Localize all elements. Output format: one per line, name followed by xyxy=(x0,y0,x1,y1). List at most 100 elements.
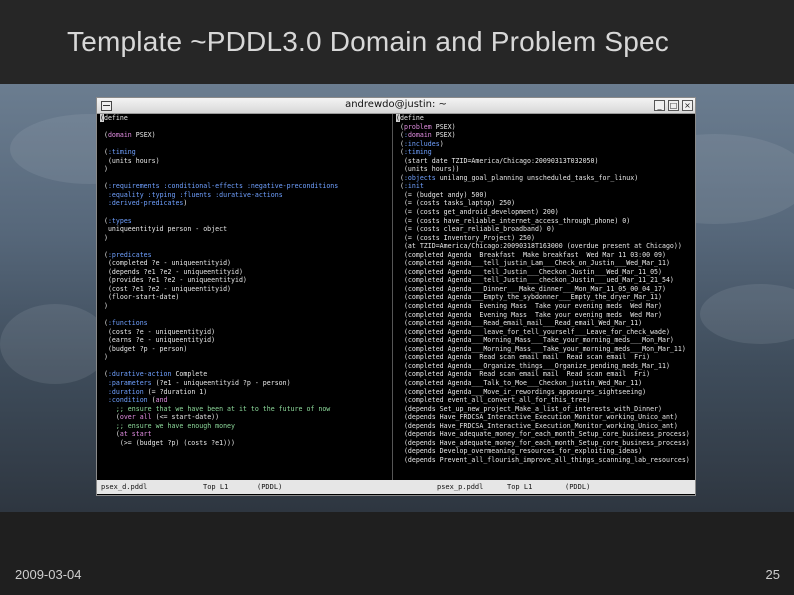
problem-code-line[interactable]: (= (budget andy) 500) xyxy=(396,191,692,200)
domain-code-line[interactable]: (:functions xyxy=(100,319,389,328)
problem-code-line[interactable]: (= (costs have_reliable_internet_access_… xyxy=(396,217,692,226)
problem-code-line[interactable]: (depends Set_up_new_project_Make_a_list_… xyxy=(396,405,692,414)
problem-code-line[interactable]: (completed Agenda Read scan email mail R… xyxy=(396,353,692,362)
problem-editor-pane[interactable]: (define (problem PSEX) (:domain PSEX) (:… xyxy=(396,114,692,480)
left-mode: (PDDL) xyxy=(257,483,283,491)
domain-code-line[interactable]: (define xyxy=(100,114,389,123)
domain-code-line[interactable]: (budget ?p - person) xyxy=(100,345,389,354)
problem-code-line[interactable]: (completed Agenda___Read_email_mail___Re… xyxy=(396,319,692,328)
problem-code-line[interactable]: (completed Agenda___Talk_to_Moe___Checko… xyxy=(396,379,692,388)
problem-code-line[interactable]: (:timing xyxy=(396,148,692,157)
problem-code-line[interactable]: (completed Agenda___Morning_Mass___Take_… xyxy=(396,336,692,345)
maximize-button[interactable]: □ xyxy=(668,100,679,111)
problem-code-line[interactable]: (:init xyxy=(396,182,692,191)
problem-code-line[interactable]: (units hours)) xyxy=(396,165,692,174)
domain-code-line[interactable]: (:durative-action Complete xyxy=(100,370,389,379)
domain-code-line[interactable]: (completed ?e - uniqueentityid) xyxy=(100,259,389,268)
pane-divider[interactable] xyxy=(392,114,393,480)
problem-code-line[interactable]: (= (costs tasks_laptop) 250) xyxy=(396,199,692,208)
problem-code-line[interactable]: (= (costs Inventory_Project) 250) xyxy=(396,234,692,243)
domain-code-line[interactable]: (:predicates xyxy=(100,251,389,260)
domain-code-line[interactable]: (:requirements :conditional-effects :neg… xyxy=(100,182,389,191)
problem-code-line[interactable]: (completed Agenda Evening Mass Take your… xyxy=(396,311,692,320)
status-bar: psex_d.pddl Top L1 (PDDL) psex_p.pddl To… xyxy=(97,480,695,494)
domain-code-line[interactable] xyxy=(100,362,389,371)
slide-footer xyxy=(0,512,794,595)
terminal-window[interactable]: andrewdo@justin: ~ _ □ × (define (domain… xyxy=(96,97,696,496)
problem-code-line[interactable]: (:includes) xyxy=(396,140,692,149)
right-file-name: psex_p.pddl xyxy=(437,483,484,491)
domain-code-line[interactable]: (units hours) xyxy=(100,157,389,166)
domain-code-line[interactable]: (at start xyxy=(100,430,389,439)
domain-code-line[interactable]: (floor-start-date) xyxy=(100,293,389,302)
problem-code-line[interactable]: (completed Agenda___Move_ir_rewordings_a… xyxy=(396,388,692,397)
problem-code-line[interactable]: (depends Prevent_all_flourish_improve_al… xyxy=(396,456,692,465)
problem-code-line[interactable]: (= (costs get_android_development) 200) xyxy=(396,208,692,217)
problem-code-line[interactable]: (completed Agenda___tell_Justin___Checko… xyxy=(396,268,692,277)
problem-code-line[interactable]: (depends Have_FRDCSA_Interactive_Executi… xyxy=(396,422,692,431)
problem-code-line[interactable]: (= (costs clear_reliable_broadband) 0) xyxy=(396,225,692,234)
domain-code-line[interactable]: ;; ensure that we have been at it to the… xyxy=(100,405,389,414)
right-mode: (PDDL) xyxy=(565,483,591,491)
problem-code-line[interactable]: (completed Agenda Read scan email mail R… xyxy=(396,370,692,379)
close-button[interactable]: × xyxy=(682,100,693,111)
domain-editor-pane[interactable]: (define (domain PSEX) (:timing (units ho… xyxy=(100,114,389,480)
domain-code-line[interactable]: (domain PSEX) xyxy=(100,131,389,140)
domain-code-line[interactable] xyxy=(100,311,389,320)
domain-code-line[interactable] xyxy=(100,174,389,183)
problem-code-line[interactable]: (completed Agenda___leave_for_tell_yours… xyxy=(396,328,692,337)
domain-code-line[interactable]: (depends ?e1 ?e2 - uniqueentityid) xyxy=(100,268,389,277)
problem-code-line[interactable]: (at TZID=America/Chicago:20090318T163000… xyxy=(396,242,692,251)
domain-code-line[interactable]: (earns ?e - uniqueentityid) xyxy=(100,336,389,345)
problem-code-line[interactable]: (:domain PSEX) xyxy=(396,131,692,140)
problem-code-line[interactable]: (completed Agenda Evening Mass Take your… xyxy=(396,302,692,311)
problem-code-line[interactable]: (depends Have_adequate_money_for_each_mo… xyxy=(396,439,692,448)
domain-code-line[interactable]: (>= (budget ?p) (costs ?e1))) xyxy=(100,439,389,448)
domain-code-line[interactable]: :parameters (?e1 - uniqueentityid ?p - p… xyxy=(100,379,389,388)
domain-code-line[interactable] xyxy=(100,208,389,217)
problem-code-line[interactable]: (completed Agenda___Empty_the_sybdonner_… xyxy=(396,293,692,302)
domain-code-line[interactable]: :condition (and xyxy=(100,396,389,405)
domain-code-line[interactable]: ) xyxy=(100,234,389,243)
domain-code-line[interactable] xyxy=(100,123,389,132)
problem-code-line[interactable]: (depends Have_adequate_money_for_each_mo… xyxy=(396,430,692,439)
problem-code-line[interactable]: (completed Agenda Breakfast Make breakfa… xyxy=(396,251,692,260)
window-title: andrewdo@justin: ~ xyxy=(345,99,447,110)
domain-code-line[interactable]: (:types xyxy=(100,217,389,226)
problem-code-line[interactable]: (start date TZID=America/Chicago:2009031… xyxy=(396,157,692,166)
problem-code-line[interactable]: (completed Agenda___Morning_Mass___Take_… xyxy=(396,345,692,354)
minimize-button[interactable]: _ xyxy=(654,100,665,111)
problem-code-line[interactable]: (depends Develop_overmeaning_resources_f… xyxy=(396,447,692,456)
left-position: Top L1 xyxy=(203,483,229,491)
domain-code-line[interactable]: ) xyxy=(100,353,389,362)
domain-code-line[interactable] xyxy=(100,140,389,149)
domain-code-line[interactable]: (costs ?e - uniqueentityid) xyxy=(100,328,389,337)
problem-code-line[interactable]: (completed Agenda___Dinner___Make_dinner… xyxy=(396,285,692,294)
problem-code-line[interactable]: (completed Agenda___tell_justin_Lam___Ch… xyxy=(396,259,692,268)
problem-code-line[interactable]: (problem PSEX) xyxy=(396,123,692,132)
domain-code-line[interactable] xyxy=(100,242,389,251)
problem-code-line[interactable]: (completed Agenda___Organize_things___Or… xyxy=(396,362,692,371)
domain-code-line[interactable]: :equality :typing :fluents :durative-act… xyxy=(100,191,389,200)
problem-code-line[interactable]: (:objects unilang_goal_planning unschedu… xyxy=(396,174,692,183)
problem-code-line[interactable]: (define xyxy=(396,114,692,123)
domain-code-line[interactable]: (provides ?e1 ?e2 - uniqueentityid) xyxy=(100,276,389,285)
domain-code-line[interactable]: ) xyxy=(100,165,389,174)
domain-code-line[interactable]: uniqueentityid person - object xyxy=(100,225,389,234)
left-file-name: psex_d.pddl xyxy=(101,483,148,491)
page-number: 25 xyxy=(765,567,780,582)
problem-code-line[interactable]: (completed event_all_convert_all_for_thi… xyxy=(396,396,692,405)
domain-code-line[interactable]: (over all (<= start-date)) xyxy=(100,413,389,422)
domain-code-line[interactable]: :derived-predicates) xyxy=(100,199,389,208)
slide-title: Template ~PDDL3.0 Domain and Problem Spe… xyxy=(67,26,669,57)
domain-code-line[interactable]: ) xyxy=(100,302,389,311)
domain-code-line[interactable]: ;; ensure we have enough money xyxy=(100,422,389,431)
problem-code-line[interactable]: (completed Agenda___tell_Justin___checko… xyxy=(396,276,692,285)
domain-code-line[interactable]: :duration (= ?duration 1) xyxy=(100,388,389,397)
domain-code-line[interactable]: (cost ?e1 ?e2 - uniqueentityid) xyxy=(100,285,389,294)
right-position: Top L1 xyxy=(507,483,533,491)
problem-code-line[interactable]: (depends Have_FRDCSA_Interactive_Executi… xyxy=(396,413,692,422)
domain-code-line[interactable]: (:timing xyxy=(100,148,389,157)
window-titlebar[interactable]: andrewdo@justin: ~ _ □ × xyxy=(97,98,695,114)
slide-title-bar: Template ~PDDL3.0 Domain and Problem Spe… xyxy=(0,0,794,84)
